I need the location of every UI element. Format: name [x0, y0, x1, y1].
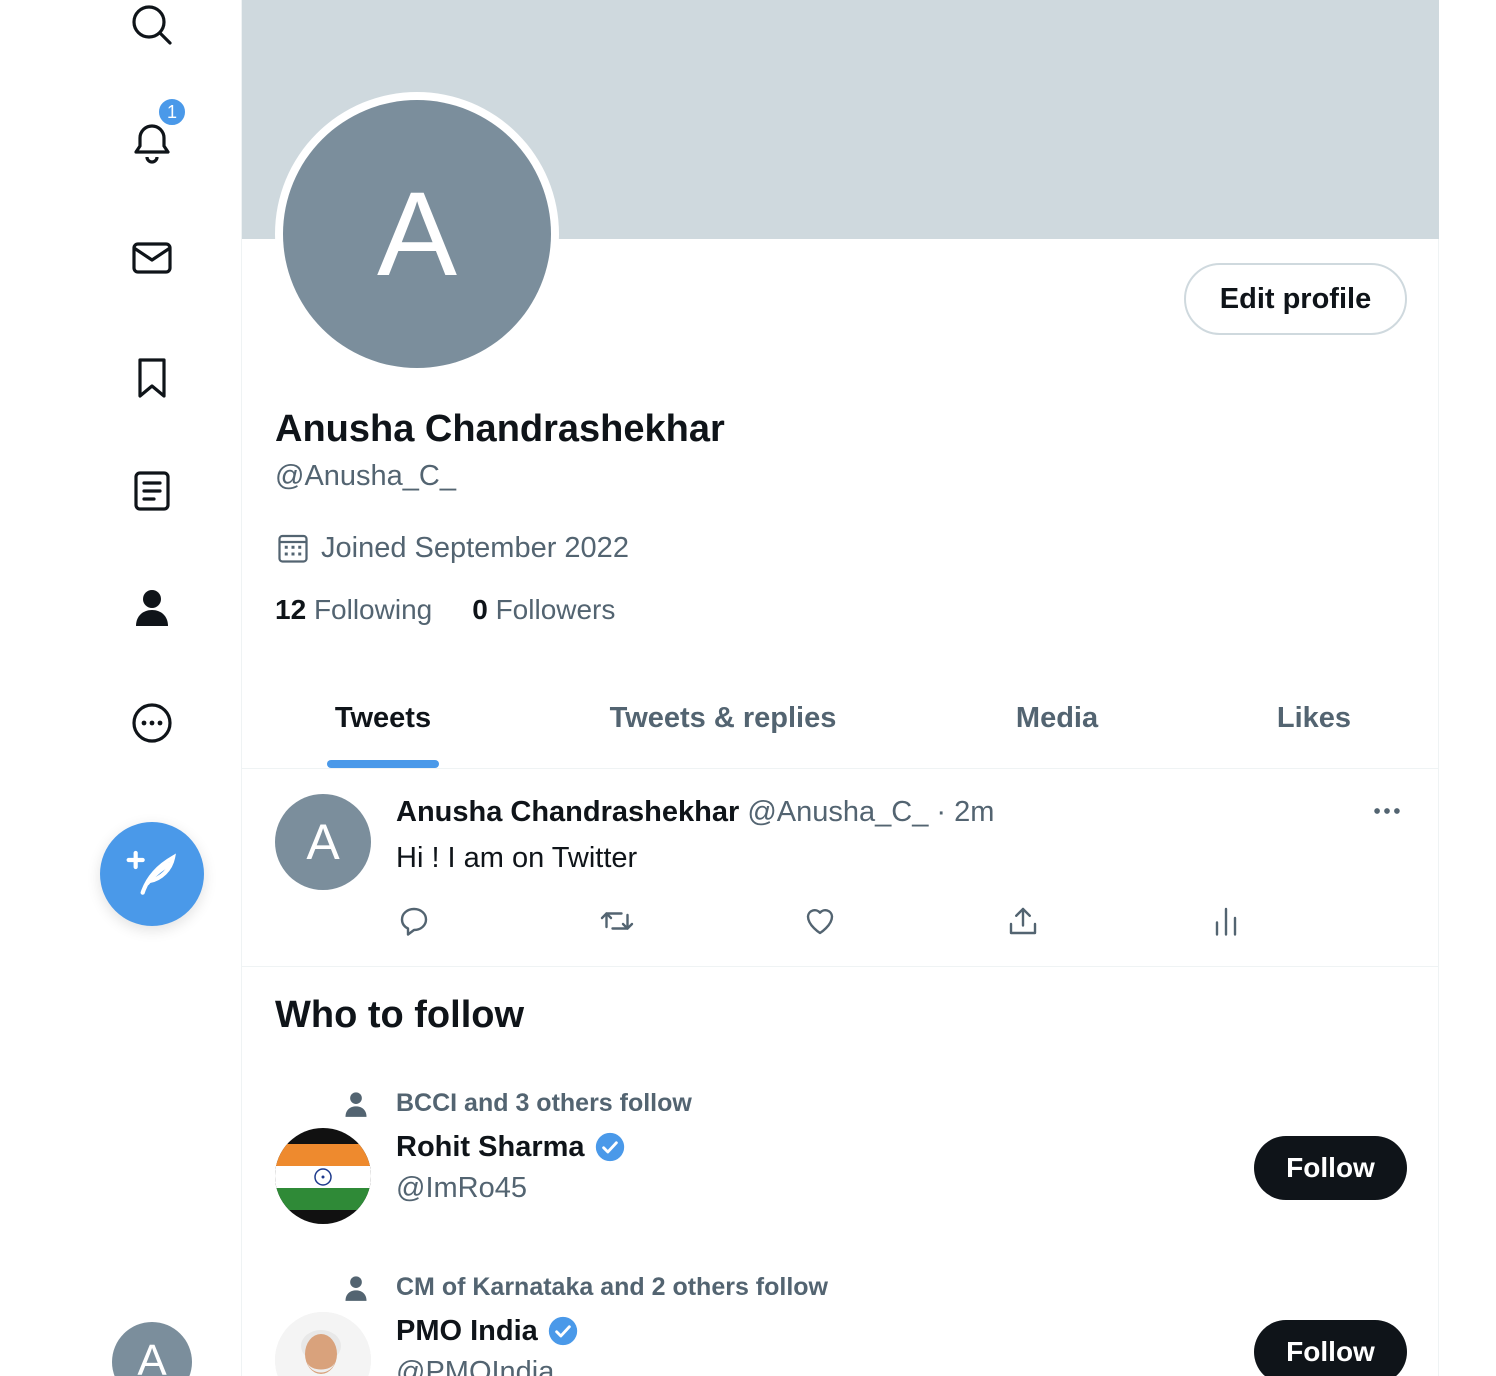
- heart-icon: [806, 909, 834, 935]
- tweet-timestamp[interactable]: 2m: [954, 796, 994, 828]
- bookmark-icon: [138, 358, 166, 398]
- portrait-avatar-image: [275, 1312, 371, 1376]
- nav-lists[interactable]: [120, 459, 184, 523]
- more-circle-icon: [132, 703, 172, 743]
- verified-badge-icon: [595, 1132, 624, 1162]
- tab-tweets-and-replies[interactable]: Tweets & replies: [582, 668, 864, 768]
- reply-icon: [400, 907, 428, 936]
- retweet-icon: [600, 912, 634, 930]
- social-context: BCCI and 3 others follow: [396, 1089, 692, 1117]
- profile-tabs: Tweets Tweets & replies Media Likes: [242, 668, 1439, 769]
- nav-notifications[interactable]: 1: [120, 96, 188, 174]
- follow-stats: 12 Following 0 Followers: [275, 594, 615, 626]
- share-button[interactable]: [1003, 901, 1043, 941]
- retweet-button[interactable]: [597, 901, 637, 941]
- compose-tweet-button[interactable]: [100, 822, 204, 926]
- tweet-author-handle[interactable]: @Anusha_C_: [747, 796, 928, 828]
- compose-feather-icon: [126, 850, 176, 895]
- share-icon: [1009, 907, 1037, 935]
- sidebar-nav: 1 A: [0, 0, 241, 1376]
- notification-badge: 1: [156, 96, 188, 128]
- list-icon: [134, 471, 170, 511]
- verified-badge-icon: [548, 1316, 577, 1346]
- analytics-icon: [1215, 907, 1237, 936]
- profile-icon: [136, 590, 168, 626]
- suggestion-name[interactable]: PMO India: [396, 1314, 580, 1348]
- calendar-icon: [278, 534, 308, 563]
- suggestion-name-text: PMO India: [396, 1314, 538, 1347]
- nav-profile[interactable]: [120, 576, 184, 640]
- tab-tweets[interactable]: Tweets: [302, 668, 464, 768]
- more-horizontal-icon: [1374, 808, 1400, 814]
- nav-search[interactable]: [120, 0, 184, 57]
- tweet-text: Hi ! I am on Twitter: [396, 842, 638, 874]
- person-icon: [345, 1276, 367, 1301]
- account-switcher-avatar[interactable]: A: [112, 1322, 192, 1376]
- tweet-more-button[interactable]: [1367, 796, 1407, 826]
- follow-button[interactable]: Follow: [1254, 1320, 1407, 1376]
- profile-handle: @Anusha_C_: [275, 460, 456, 492]
- suggestion-name-text: Rohit Sharma: [396, 1130, 585, 1163]
- tweet-header: Anusha Chandrashekhar @Anusha_C_ · 2m: [396, 796, 994, 829]
- suggestion-avatar-pmo[interactable]: [275, 1312, 371, 1376]
- joined-text: Joined September 2022: [321, 531, 629, 564]
- tweet-author-name[interactable]: Anusha Chandrashekhar: [396, 796, 739, 828]
- who-to-follow-title: Who to follow: [275, 994, 525, 1036]
- followers-stat-link[interactable]: 0 Followers: [472, 594, 615, 626]
- following-count: 12: [275, 594, 307, 625]
- followers-count: 0: [472, 594, 488, 625]
- like-button[interactable]: [800, 901, 840, 941]
- suggestion-handle: @ImRo45: [396, 1172, 527, 1204]
- joined-date: Joined September 2022: [275, 530, 629, 566]
- nav-more[interactable]: [120, 691, 184, 755]
- suggestion-name[interactable]: Rohit Sharma: [396, 1130, 627, 1164]
- tab-likes[interactable]: Likes: [1242, 668, 1386, 768]
- india-flag-avatar-image: [275, 1128, 371, 1224]
- reply-button[interactable]: [394, 901, 434, 941]
- profile-display-name: Anusha Chandrashekhar: [275, 408, 725, 450]
- active-tab-indicator: [327, 760, 439, 768]
- profile-column: A Edit profile Anusha Chandrashekhar @An…: [241, 0, 1439, 1376]
- person-icon: [345, 1092, 367, 1117]
- following-label: Following: [313, 594, 433, 625]
- tab-media[interactable]: Media: [982, 668, 1132, 768]
- mail-icon: [132, 242, 172, 274]
- social-context: CM of Karnataka and 2 others follow: [396, 1273, 829, 1301]
- nav-bookmarks[interactable]: [120, 346, 184, 410]
- profile-avatar-letter: A: [283, 100, 551, 368]
- follow-button[interactable]: Follow: [1254, 1136, 1407, 1200]
- following-stat-link[interactable]: 12 Following: [275, 594, 432, 626]
- search-icon: [132, 5, 172, 45]
- edit-profile-button[interactable]: Edit profile: [1184, 263, 1407, 335]
- tweet-author-avatar[interactable]: A: [275, 794, 371, 890]
- tweet-separator: ·: [936, 796, 947, 828]
- followers-label: Followers: [495, 594, 616, 625]
- analytics-button[interactable]: [1206, 901, 1246, 941]
- suggestion-handle: @PMOIndia: [396, 1356, 555, 1376]
- nav-messages[interactable]: [120, 226, 184, 290]
- profile-avatar[interactable]: A: [275, 92, 559, 376]
- tweet-item[interactable]: A Anusha Chandrashekhar @Anusha_C_ · 2m …: [242, 770, 1439, 967]
- suggestion-avatar-rohit[interactable]: [275, 1128, 371, 1224]
